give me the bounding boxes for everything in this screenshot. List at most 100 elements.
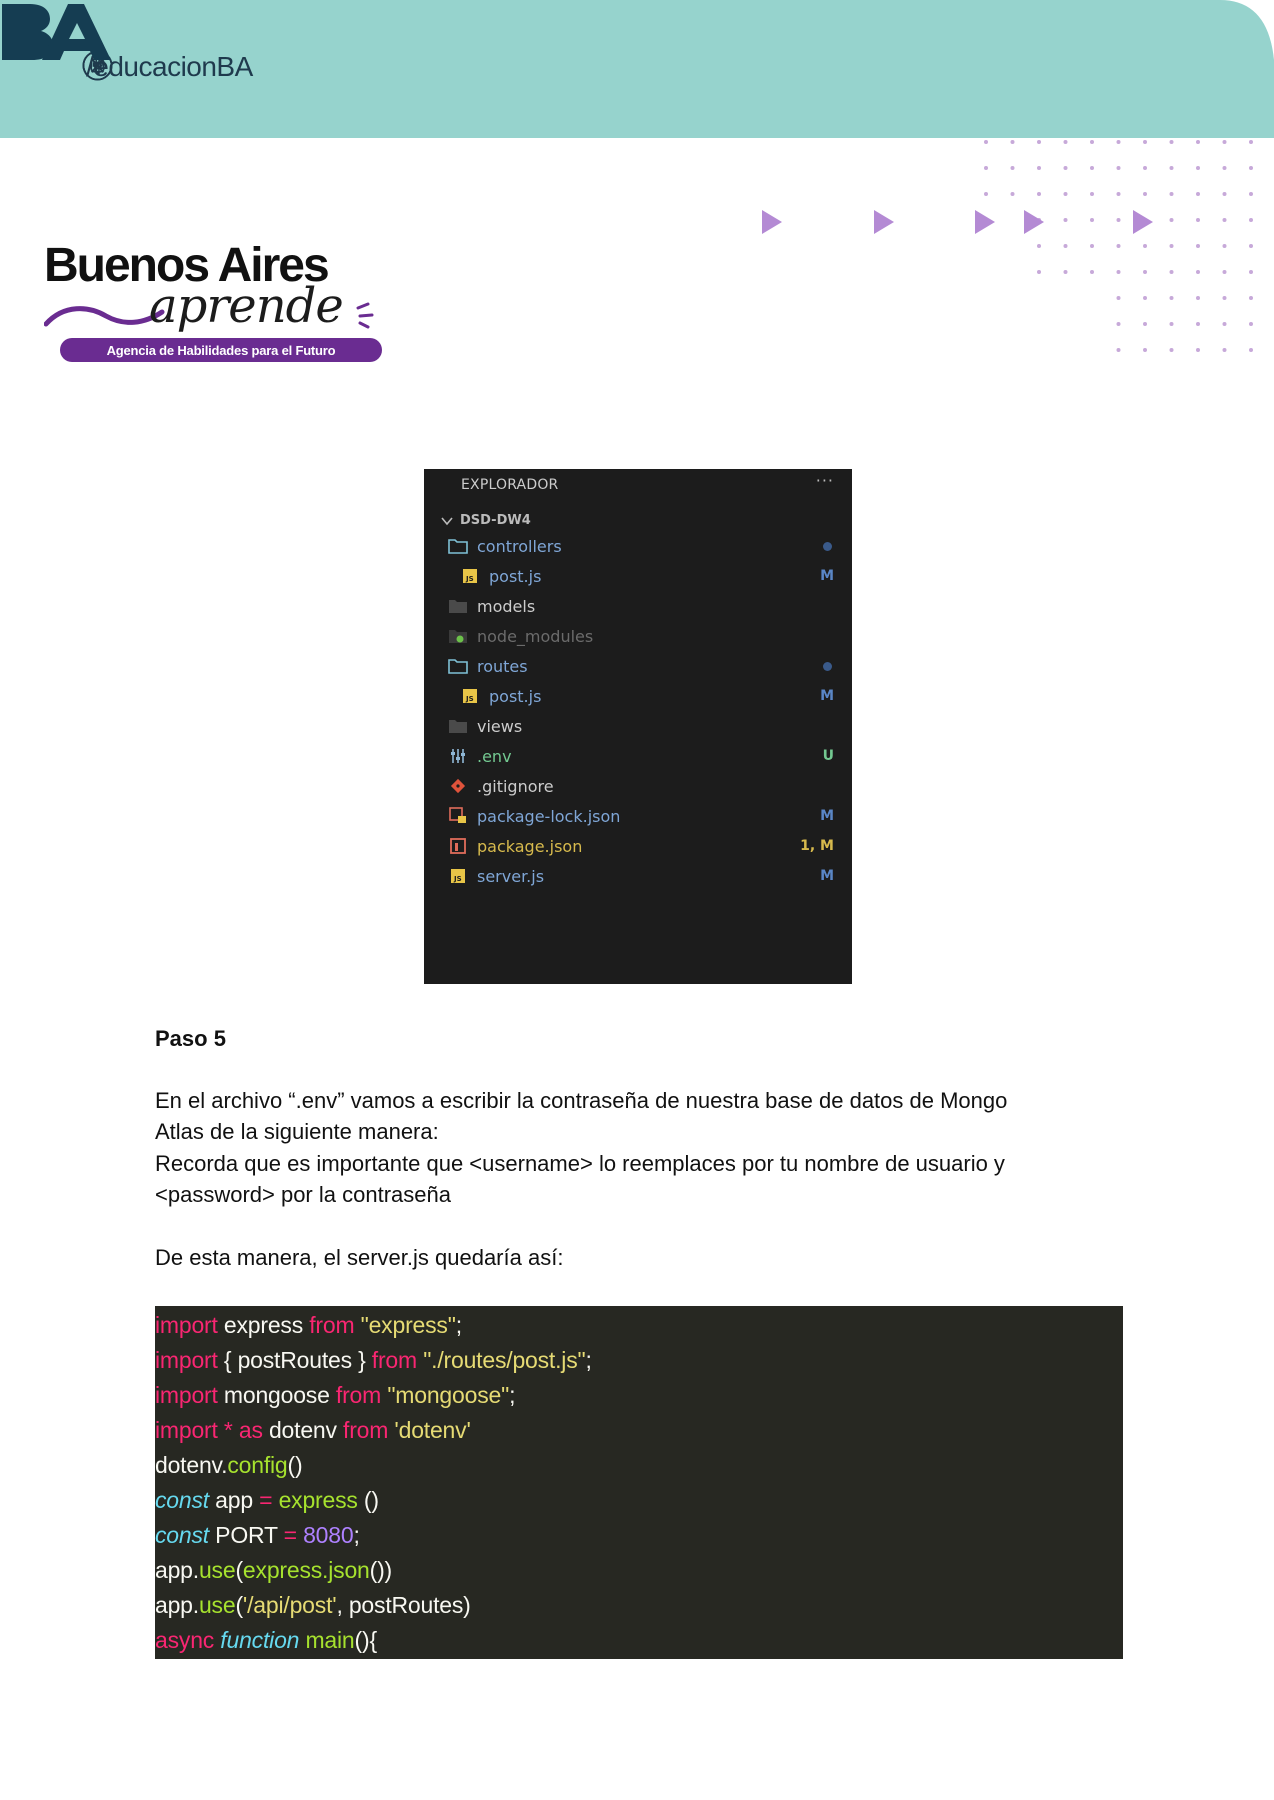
code-token: , postRoutes)	[336, 1592, 471, 1618]
decorative-dot	[1169, 270, 1174, 274]
js-file-icon: JS	[460, 566, 480, 586]
step-title: Paso 5	[155, 1026, 226, 1051]
code-token: =	[259, 1487, 273, 1513]
code-token: express	[278, 1487, 358, 1513]
npm-json-icon	[448, 836, 468, 856]
decorative-dot	[1010, 140, 1015, 144]
decorative-dot	[1196, 166, 1200, 170]
decorative-dot	[1037, 244, 1041, 248]
code-token: config	[227, 1452, 288, 1478]
decorative-dot	[1249, 166, 1253, 170]
decorative-dot	[1010, 166, 1015, 170]
code-token: 8080	[303, 1522, 354, 1548]
code-token: import	[155, 1382, 218, 1408]
paragraph-1-line-2: Atlas de la siguiente manera:	[155, 1119, 439, 1144]
decorative-dot	[1116, 322, 1121, 326]
brand-script: aprende	[149, 278, 344, 334]
explorer-item[interactable]: JS post.js M	[424, 561, 852, 591]
explorer-item[interactable]: controllers	[424, 531, 852, 561]
code-token: ;	[353, 1522, 360, 1548]
code-token: ;	[585, 1347, 592, 1373]
code-token: app	[208, 1487, 260, 1513]
js-file-icon: JS	[460, 686, 480, 706]
explorer-item[interactable]: JS server.js M	[424, 861, 852, 891]
explorer-project-header[interactable]: DSD-DW4	[440, 513, 531, 528]
decorative-dot	[1116, 348, 1121, 352]
explorer-item-label: post.js	[489, 566, 542, 586]
js-file-icon: JS	[448, 866, 468, 886]
folder-open-icon	[448, 656, 468, 676]
code-token: (	[235, 1592, 243, 1618]
code-token: const	[155, 1487, 209, 1513]
explorer-item[interactable]: JS post.js M	[424, 681, 852, 711]
ba-logo: BA	[0, 0, 111, 60]
code-token: from	[371, 1347, 417, 1373]
git-status-badge: M	[820, 808, 834, 824]
explorer-item-label: server.js	[477, 866, 545, 886]
decorative-dot	[1063, 270, 1068, 274]
folder-node-icon	[448, 626, 468, 646]
brand-logo: Buenos Aires aprende Agencia de Habilida…	[44, 238, 384, 368]
svg-text:BA: BA	[0, 0, 2, 1]
code-line: app.use(express.json())	[155, 1553, 1123, 1588]
decorative-dot	[1249, 270, 1253, 274]
decorative-dot	[1196, 218, 1200, 222]
explorer-item[interactable]: .gitignore	[424, 771, 852, 801]
explorer-item-label: .env	[477, 746, 512, 766]
decorative-dot	[1222, 270, 1227, 274]
code-token: '/api/post'	[242, 1592, 337, 1618]
decorative-dot	[1143, 296, 1147, 300]
code-line: app.use('/api/post', postRoutes)	[155, 1588, 1123, 1623]
svg-text:JS: JS	[465, 575, 474, 583]
code-token: ()	[287, 1452, 303, 1478]
explorer-item[interactable]: routes	[424, 651, 852, 681]
decorative-dot	[1222, 192, 1227, 196]
code-token: (){	[354, 1627, 378, 1653]
decorative-dot	[1196, 322, 1200, 326]
decorative-dot	[984, 192, 988, 196]
decorative-dot	[1249, 322, 1253, 326]
modified-dot-indicator	[823, 541, 832, 551]
explorer-item[interactable]: package-lock.json M	[424, 801, 852, 831]
decorative-dot	[1116, 244, 1121, 248]
decorative-dot	[1249, 296, 1253, 300]
decorative-dot	[1143, 166, 1147, 170]
paragraph-2-line-2: <password> por la contraseña	[155, 1182, 451, 1207]
decorative-dot	[1196, 270, 1200, 274]
decorative-dot	[1037, 192, 1041, 196]
decorative-dot	[1116, 296, 1121, 300]
explorer-item[interactable]: package.json 1, M	[424, 831, 852, 861]
decorative-dot	[1196, 348, 1200, 352]
explorer-item[interactable]: views	[424, 711, 852, 741]
more-actions-icon[interactable]: ···	[816, 471, 834, 490]
decorative-dot	[1090, 166, 1094, 170]
code-token: "./routes/post.js"	[423, 1347, 586, 1373]
explorer-item[interactable]: node_modules	[424, 621, 852, 651]
decorative-dot	[1196, 296, 1200, 300]
code-line: async function main(){	[155, 1623, 1123, 1658]
code-line: import { postRoutes } from "./routes/pos…	[155, 1343, 1123, 1378]
code-line: import express from "express";	[155, 1308, 1123, 1343]
paragraph-1-line-1: En el archivo “.env” vamos a escribir la…	[155, 1088, 1008, 1113]
code-token: { postRoutes }	[217, 1347, 372, 1373]
code-token: dotenv	[262, 1417, 343, 1443]
decorative-dot	[1196, 244, 1200, 248]
decorative-dot	[1169, 166, 1174, 170]
code-token: "express"	[360, 1312, 456, 1338]
decorative-dot	[1222, 166, 1227, 170]
git-status-badge: M	[820, 868, 834, 884]
code-token: use	[198, 1592, 236, 1618]
explorer-item-label: .gitignore	[477, 776, 554, 796]
chevron-down-icon	[441, 516, 453, 525]
explorer-item-label: post.js	[489, 686, 542, 706]
decorative-dot	[1143, 244, 1147, 248]
decorative-dot	[1116, 218, 1121, 222]
code-token: express	[217, 1312, 310, 1338]
env-settings-icon	[448, 746, 468, 766]
code-token: ()	[357, 1487, 379, 1513]
decorative-dot	[1143, 348, 1147, 352]
decorative-dot	[1143, 140, 1147, 144]
explorer-item[interactable]: .env U	[424, 741, 852, 771]
explorer-item[interactable]: models	[424, 591, 852, 621]
code-token: use	[198, 1557, 236, 1583]
